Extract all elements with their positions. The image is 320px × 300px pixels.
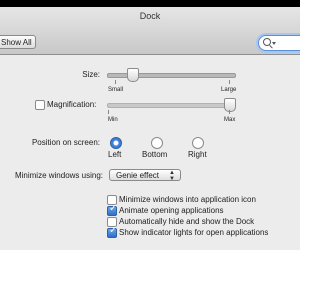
position-bottom-radio[interactable]: [151, 137, 163, 149]
animate-opening-checkbox[interactable]: ✓: [107, 203, 118, 216]
position-left-radio[interactable]: [110, 137, 122, 149]
magnification-label: Magnification:: [47, 100, 97, 109]
position-label: Position on screen:: [31, 138, 100, 147]
window-title: Dock: [139, 11, 161, 21]
indicator-lights-label: Show indicator lights for open applicati…: [119, 228, 269, 237]
magnification-tick-max: [229, 110, 230, 114]
auto-hide-label: Automatically hide and show the Dock: [119, 217, 255, 226]
preferences-pane: Size: Small Large Magnification: Min Max…: [0, 55, 300, 250]
minimize-into-icon-label: Minimize windows into application icon: [119, 195, 256, 204]
size-label: Size:: [82, 70, 100, 79]
magnification-slider-thumb[interactable]: [224, 98, 236, 112]
magnification-checkbox[interactable]: [35, 100, 45, 110]
position-right-radio[interactable]: [192, 137, 204, 149]
dock-preferences-window: Dock Show All Size: Small Large Magnific…: [0, 0, 300, 250]
checkmark-icon: ✓: [109, 225, 118, 236]
window-toolbar: Dock Show All: [0, 7, 300, 55]
minimize-effect-value: Genie effect: [116, 171, 159, 180]
search-field[interactable]: [258, 35, 300, 51]
popup-arrows-icon: ▲ ▼: [169, 170, 175, 182]
minimize-effect-popup[interactable]: Genie effect ▲ ▼: [109, 169, 181, 182]
position-right-label: Right: [188, 150, 207, 159]
size-slider-thumb[interactable]: [127, 68, 139, 82]
size-max-label: Large: [221, 87, 237, 93]
size-min-label: Small: [108, 87, 124, 93]
position-left-label: Left: [108, 150, 122, 159]
magnification-max-label: Max: [224, 117, 236, 123]
size-tick-max: [229, 80, 230, 84]
magnification-slider-track[interactable]: [107, 103, 236, 108]
chevron-down-icon: [272, 42, 276, 45]
magnification-tick-min: [108, 110, 109, 114]
position-bottom-label: Bottom: [142, 150, 168, 159]
animate-opening-label: Animate opening applications: [119, 206, 224, 215]
checkmark-icon: ✓: [109, 203, 118, 214]
search-icon: [263, 38, 271, 46]
show-all-button[interactable]: Show All: [0, 35, 36, 49]
minimize-label: Minimize windows using:: [14, 171, 103, 180]
magnification-min-label: Min: [108, 117, 118, 123]
indicator-lights-checkbox[interactable]: ✓: [107, 225, 118, 238]
size-tick-min: [115, 80, 116, 84]
